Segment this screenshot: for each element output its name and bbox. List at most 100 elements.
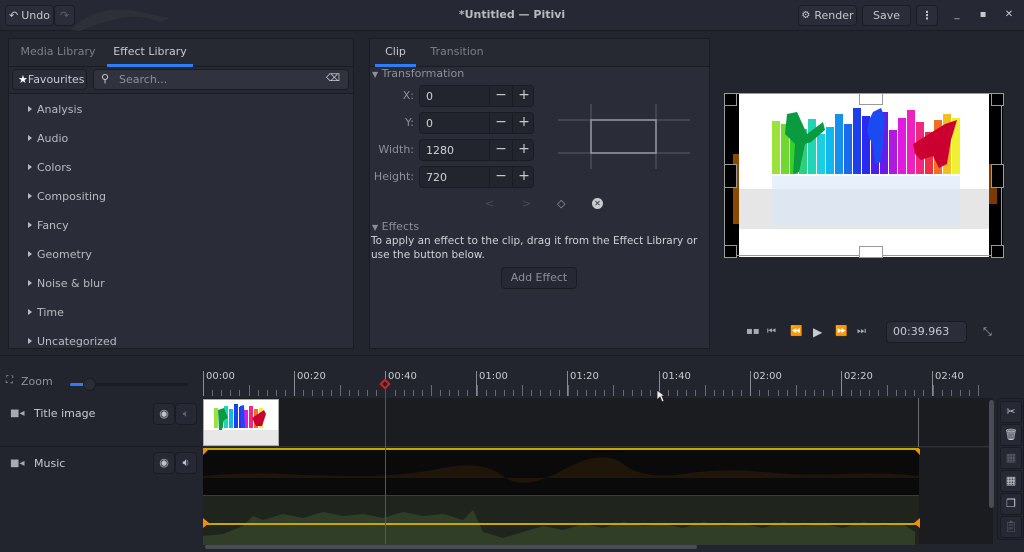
category-fancy[interactable]: Fancy <box>28 219 69 232</box>
ruler-minor-tick <box>540 390 541 396</box>
undo-button[interactable]: ↶ Undo <box>5 5 54 26</box>
zoom-fit-icon[interactable]: ⛶ <box>6 375 13 386</box>
category-audio[interactable]: Audio <box>28 132 68 145</box>
redo-button[interactable]: ↷ <box>54 5 75 26</box>
x-spin-field[interactable]: 0 − + <box>419 85 534 107</box>
previous-keyframe-button[interactable]: < <box>485 197 494 210</box>
decrement-y-button[interactable]: − <box>489 113 512 133</box>
tab-transition[interactable]: Transition <box>426 39 488 67</box>
resize-handle-bottom-right[interactable] <box>991 245 1004 258</box>
group-icon: ▦ <box>1005 474 1017 487</box>
volume-envelope-line[interactable] <box>203 523 919 525</box>
music-clip[interactable] <box>203 448 920 545</box>
timecode-field[interactable]: 00:39.963 <box>886 321 967 343</box>
toggle-video-visibility-button[interactable]: ◉ <box>153 452 175 474</box>
category-compositing[interactable]: Compositing <box>28 190 106 203</box>
ruler-minor-tick <box>860 390 861 396</box>
effects-expander[interactable]: ▼ Effects <box>372 220 419 233</box>
ungroup-button[interactable]: ▦ <box>1000 447 1022 469</box>
decrement-height-button[interactable]: − <box>489 167 512 187</box>
clip-end-handle[interactable] <box>914 449 920 455</box>
increment-width-button[interactable]: + <box>512 140 535 160</box>
copy-button[interactable]: ❐ <box>1000 493 1022 515</box>
vertical-scrollbar[interactable] <box>989 400 994 508</box>
toggle-audio-button[interactable]: 🔈︎ <box>175 403 197 425</box>
resize-handle-right[interactable] <box>991 164 1004 188</box>
envelope-keyframe-end[interactable] <box>914 518 920 528</box>
increment-y-button[interactable]: + <box>512 113 535 133</box>
undock-viewer-icon[interactable]: ⤡ <box>983 325 992 339</box>
search-input[interactable]: ⚲ Search... ⌫ <box>93 69 349 90</box>
resize-handle-top-left[interactable] <box>724 93 737 106</box>
go-to-start-button[interactable]: ⏮ <box>767 326 776 337</box>
toggle-audio-button[interactable]: 🔉︎ <box>175 452 197 474</box>
minimize-button[interactable]: _ <box>950 8 964 22</box>
maximize-button[interactable]: ▪ <box>976 8 990 22</box>
resize-handle-bottom-left[interactable] <box>724 245 737 258</box>
category-uncategorized[interactable]: Uncategorized <box>28 335 117 348</box>
layer-name[interactable]: Music <box>34 457 65 470</box>
ruler-major-tick <box>476 371 477 396</box>
zoom-slider-handle[interactable] <box>82 378 96 391</box>
ruler-minor-tick <box>942 390 943 396</box>
y-spin-field[interactable]: 0 − + <box>419 112 534 134</box>
transformation-expander[interactable]: ▼ Transformation <box>372 67 464 80</box>
decrement-width-button[interactable]: − <box>489 140 512 160</box>
resize-handle-bottom[interactable] <box>859 246 883 258</box>
safe-area-toggle-icon[interactable]: ▪▪ <box>746 326 760 337</box>
resize-handle-top-right[interactable] <box>991 93 1004 106</box>
ruler-minor-tick <box>905 390 906 396</box>
split-clip-button[interactable]: ✂ <box>1000 401 1022 423</box>
increment-x-button[interactable]: + <box>512 86 535 106</box>
width-spin-field[interactable]: 1280 − + <box>419 139 534 161</box>
minimize-icon: _ <box>954 9 960 20</box>
resize-handle-top[interactable] <box>859 93 883 105</box>
eye-icon: ◉ <box>159 407 169 420</box>
play-button[interactable]: ▶ <box>813 325 822 339</box>
go-to-end-button[interactable]: ⏭ <box>857 326 866 337</box>
ruler-label: 00:00 <box>206 371 235 382</box>
expander-icon <box>28 193 32 199</box>
tab-effect-library[interactable]: Effect Library <box>107 39 193 67</box>
rewind-button[interactable]: ⏪ <box>790 326 802 337</box>
decrement-x-button[interactable]: − <box>489 86 512 106</box>
group-button[interactable]: ▦ <box>1000 470 1022 492</box>
resize-handle-left[interactable] <box>724 164 737 188</box>
paste-button[interactable]: 📋︎ <box>1000 516 1022 538</box>
ruler-minor-tick <box>559 390 560 396</box>
next-keyframe-button[interactable]: > <box>522 197 531 210</box>
main-menu-button[interactable]: ⋮ <box>916 5 938 26</box>
title-image-clip[interactable] <box>203 399 279 446</box>
tab-media-library[interactable]: Media Library <box>17 39 99 67</box>
close-button[interactable]: ✕ <box>1002 8 1016 22</box>
maximize-icon: ▪ <box>979 9 987 20</box>
increment-height-button[interactable]: + <box>512 167 535 187</box>
clip-tabs: Clip Transition <box>370 39 709 67</box>
clip-start-handle[interactable] <box>203 449 209 455</box>
fast-forward-button[interactable]: ⏩ <box>835 326 847 337</box>
reset-transformation-icon[interactable]: ✕ <box>592 198 603 209</box>
favourites-button[interactable]: ★Favourites <box>12 69 87 90</box>
star-icon: ★ <box>18 73 28 86</box>
transform-box[interactable] <box>724 93 1002 256</box>
category-noise-blur[interactable]: Noise & blur <box>28 277 105 290</box>
envelope-keyframe-start[interactable] <box>203 518 209 528</box>
ruler-minor-tick <box>477 385 478 396</box>
delete-clip-button[interactable]: 🗑︎ <box>1000 424 1022 446</box>
add-effect-button[interactable]: Add Effect <box>501 267 577 289</box>
layer-name[interactable]: Title image <box>34 407 95 420</box>
horizontal-scrollbar[interactable] <box>205 545 697 549</box>
category-geometry[interactable]: Geometry <box>28 248 92 261</box>
height-spin-field[interactable]: 720 − + <box>419 166 534 188</box>
save-button[interactable]: Save <box>862 5 911 26</box>
category-colors[interactable]: Colors <box>28 161 71 174</box>
category-time[interactable]: Time <box>28 306 64 319</box>
category-analysis[interactable]: Analysis <box>28 103 82 116</box>
render-button[interactable]: ⚙ Render <box>798 5 857 26</box>
toggle-video-visibility-button[interactable]: ◉ <box>153 403 175 425</box>
tab-clip[interactable]: Clip <box>375 39 416 67</box>
playhead[interactable] <box>385 383 386 544</box>
video-preview[interactable] <box>724 93 1004 258</box>
keyframe-toggle-icon[interactable]: ◇ <box>557 197 565 210</box>
clear-search-icon[interactable]: ⌫ <box>326 73 340 84</box>
